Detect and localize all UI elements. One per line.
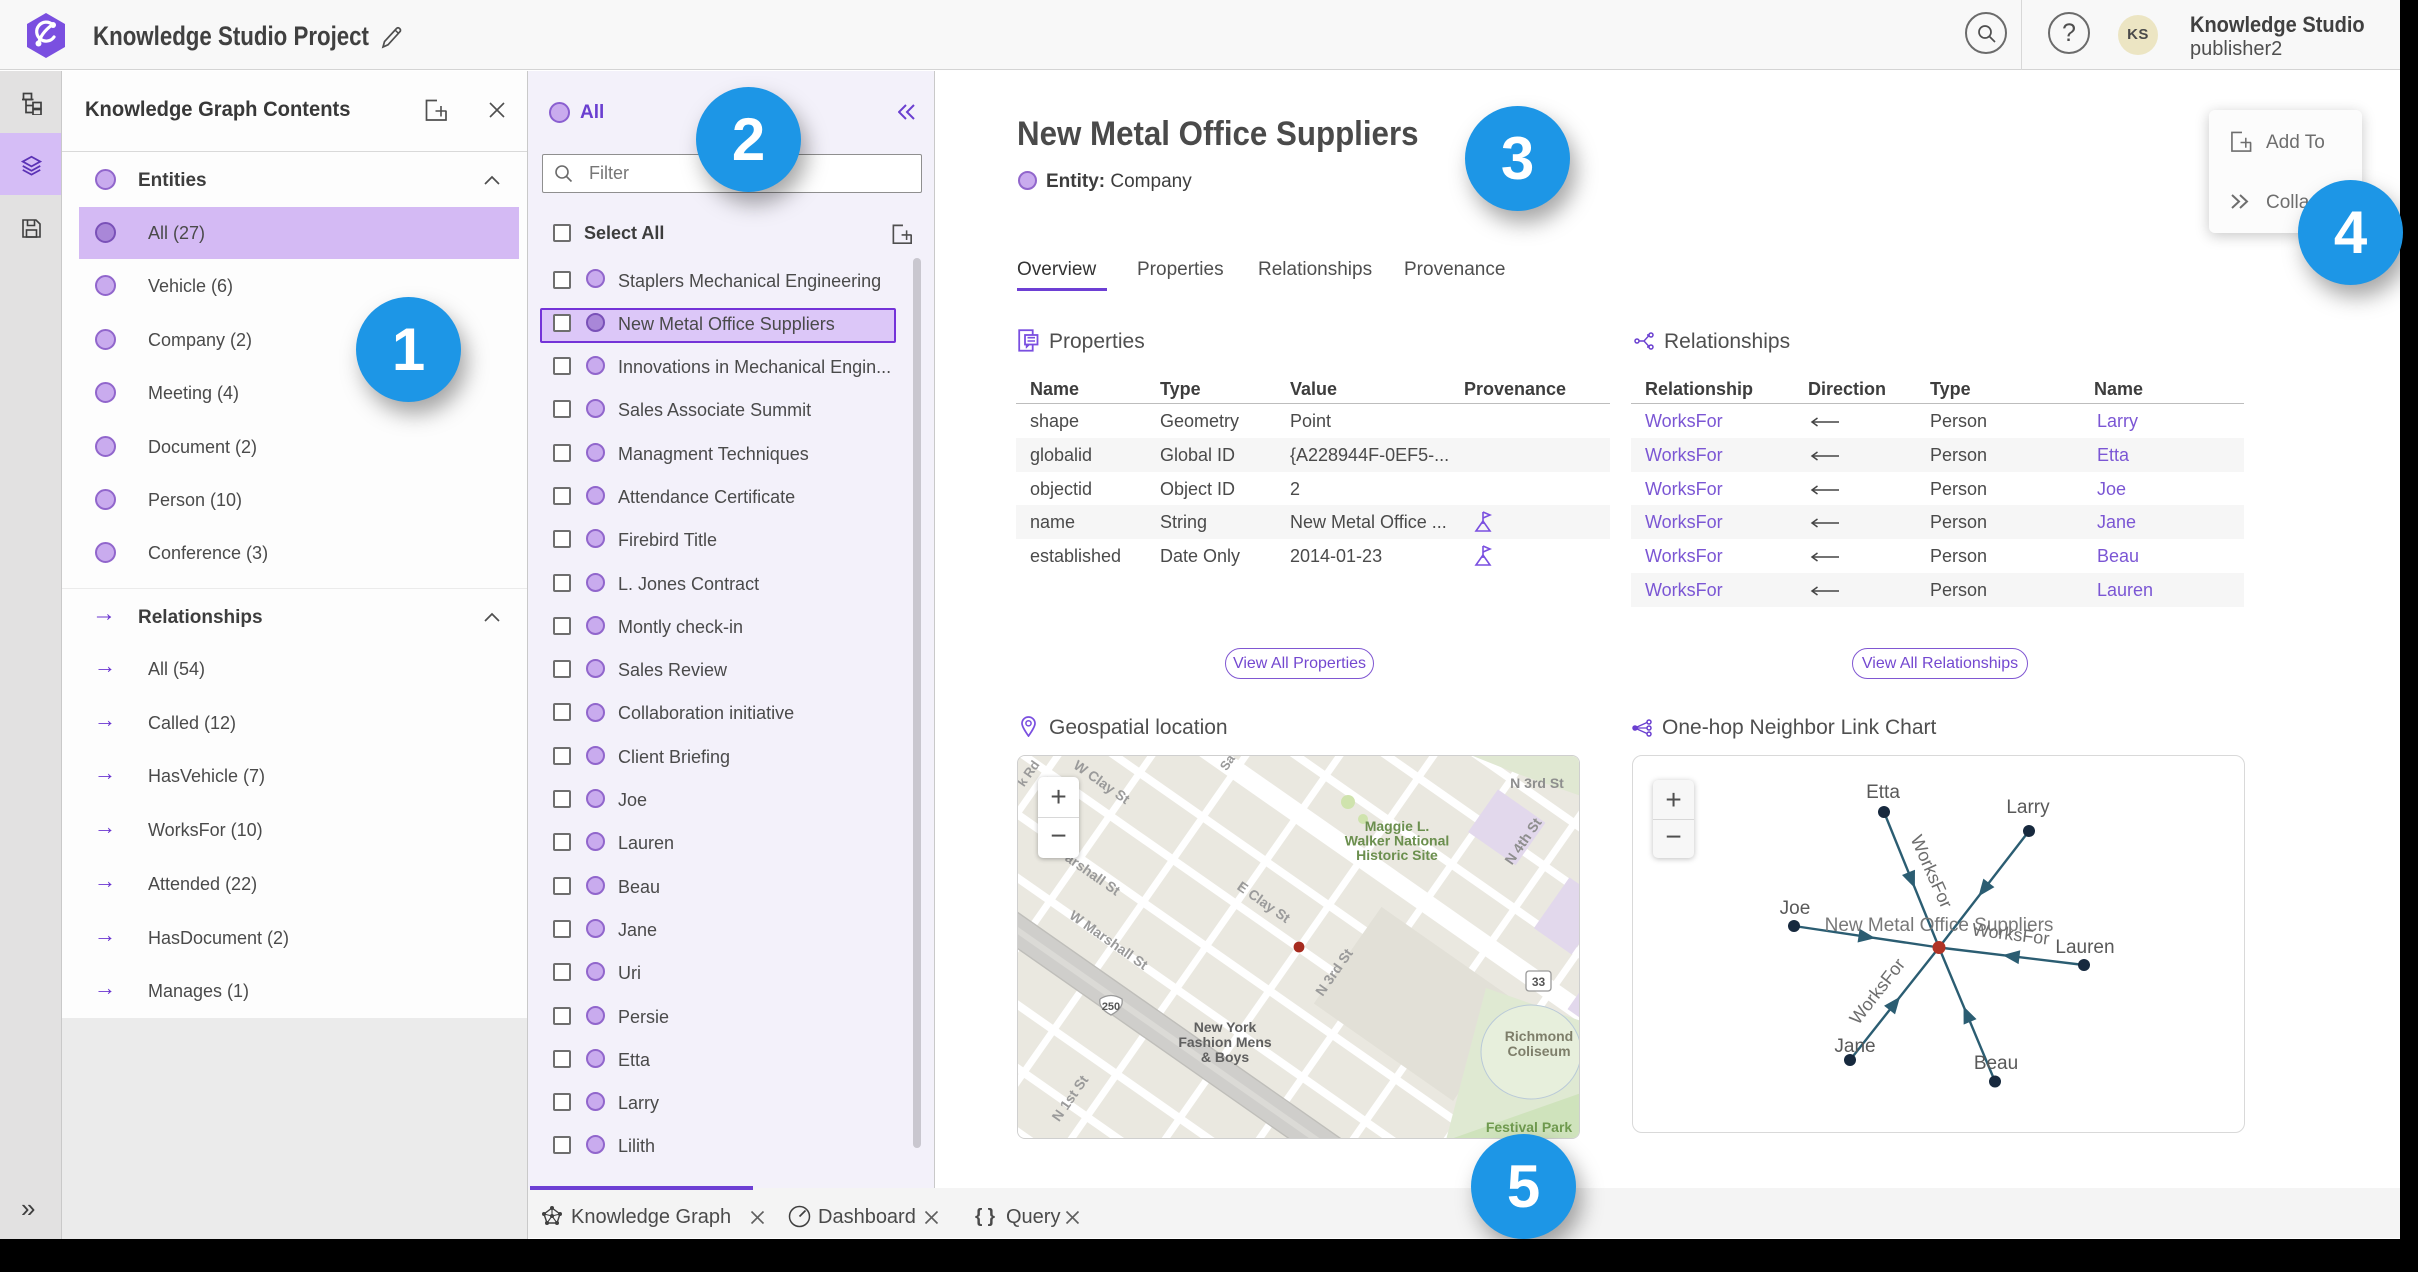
- svg-text:New York: New York: [1194, 1019, 1257, 1035]
- svg-text:Historic Site: Historic Site: [1356, 847, 1438, 863]
- svg-text:Joe: Joe: [1780, 898, 1811, 919]
- svg-text:Lauren: Lauren: [2055, 937, 2114, 958]
- svg-text:Richmond: Richmond: [1505, 1028, 1573, 1044]
- svg-text:Fashion Mens: Fashion Mens: [1178, 1034, 1272, 1050]
- svg-text:Larry: Larry: [2006, 797, 2050, 818]
- svg-text:N 3rd St: N 3rd St: [1510, 775, 1564, 791]
- svg-text:Festival Park: Festival Park: [1486, 1119, 1573, 1135]
- svg-text:& Boys: & Boys: [1201, 1049, 1249, 1065]
- svg-text:Beau: Beau: [1974, 1053, 2018, 1074]
- svg-text:250: 250: [1102, 1001, 1120, 1013]
- svg-text:Etta: Etta: [1866, 782, 1900, 803]
- svg-text:33: 33: [1532, 975, 1546, 989]
- svg-text:WorksFor: WorksFor: [1845, 955, 1909, 1029]
- svg-text:Jane: Jane: [1834, 1036, 1875, 1057]
- svg-text:Coliseum: Coliseum: [1507, 1043, 1570, 1059]
